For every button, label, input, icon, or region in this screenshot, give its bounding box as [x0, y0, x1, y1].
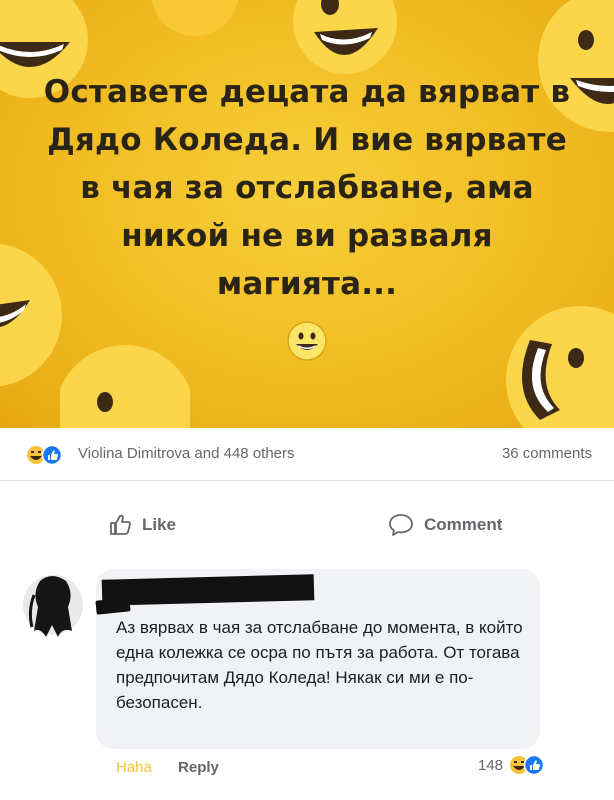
comment-label: Comment	[424, 515, 503, 534]
reaction-icons[interactable]	[26, 445, 66, 465]
redaction-mark	[95, 597, 131, 615]
grinning-emoji	[287, 321, 327, 361]
comment-button[interactable]: Comment	[388, 513, 502, 537]
like-button[interactable]: Like	[108, 513, 176, 537]
post-actions: Like Comment	[0, 481, 614, 559]
comment-icon	[389, 514, 413, 536]
post-image[interactable]: Оставете децата да вярват в Дядо Коледа.…	[0, 0, 614, 428]
reactors-text[interactable]: Violina Dimitrova and 448 others	[78, 445, 295, 462]
like-icon	[41, 445, 63, 465]
comment-reactions[interactable]: 148	[478, 755, 545, 775]
reaction-icons	[510, 755, 545, 775]
post-text: Оставете децата да вярват в Дядо Коледа.…	[43, 74, 571, 302]
comment-thread: Аз вярвах в чая за отслабване до момента…	[0, 559, 614, 800]
comment-footer: Haha Reply	[116, 759, 219, 776]
laughing-emoji-bottom-right	[506, 306, 614, 428]
laughing-emoji-bottom-left	[60, 345, 190, 428]
haha-reaction-button[interactable]: Haha	[116, 759, 152, 776]
avatar[interactable]	[22, 571, 84, 639]
laughing-emoji-top-left-2	[151, 0, 239, 36]
comment-bubble: Аз вярвах в чая за отслабване до момента…	[95, 569, 540, 749]
reactions-summary: Violina Dimitrova and 448 others 36 comm…	[0, 428, 614, 481]
redacted-author-name	[101, 574, 315, 606]
like-icon	[523, 755, 545, 775]
comments-count[interactable]: 36 comments	[502, 445, 592, 462]
like-label: Like	[142, 515, 177, 534]
comment-reaction-count: 148	[478, 756, 504, 774]
comment-text: Аз вярвах в чая за отслабване до момента…	[116, 618, 523, 712]
like-icon	[110, 514, 131, 535]
reply-button[interactable]: Reply	[178, 759, 219, 776]
